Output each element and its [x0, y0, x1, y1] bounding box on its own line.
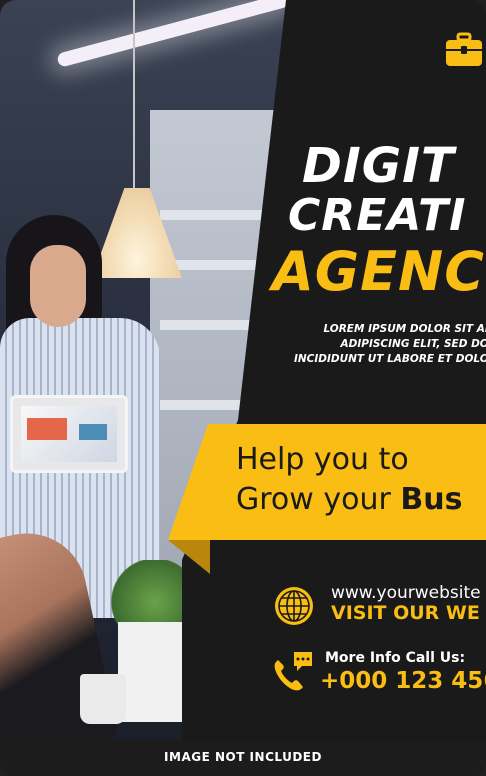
website-url[interactable]: www.yourwebsite	[331, 583, 481, 603]
tagline: Help you to Grow your Bus	[236, 440, 462, 520]
briefcase-icon	[446, 32, 482, 66]
woman-face	[30, 245, 86, 327]
tablet-chart-bar	[79, 424, 107, 440]
phone-number[interactable]: +000 123 456	[320, 668, 486, 694]
lorem-line: ADIPISCING ELIT, SED DO EIU	[340, 338, 486, 350]
lorem-line: LOREM IPSUM DOLOR SIT AMET,	[323, 323, 486, 335]
poster-frame: DIGIT CREATI AGENC LOREM IPSUM DOLOR SIT…	[0, 0, 486, 776]
tablet-screen	[21, 406, 117, 462]
tablet-chart-bar	[27, 418, 67, 440]
globe-icon	[275, 587, 313, 625]
plant-pot	[118, 622, 190, 722]
ceiling-light	[56, 0, 290, 68]
tagline-line-2: Grow your Bus	[236, 480, 462, 520]
tagline-bold: Bus	[400, 482, 463, 517]
coffee-cup	[80, 674, 126, 724]
tablet	[10, 395, 128, 473]
lamp-cord	[133, 0, 135, 190]
phone-chat-icon	[274, 652, 312, 691]
lorem-text: LOREM IPSUM DOLOR SIT AMET, ADIPISCING E…	[258, 322, 486, 367]
image-not-included-notice: IMAGE NOT INCLUDED	[164, 750, 322, 764]
tagline-line-1: Help you to	[236, 442, 409, 477]
lorem-line: INCIDIDUNT UT LABORE ET DOLORE M	[293, 353, 486, 365]
visit-website-label[interactable]: VISIT OUR WE	[331, 602, 480, 624]
shelf	[160, 210, 270, 220]
tagline-regular: Grow your	[236, 482, 401, 517]
call-us-label: More Info Call Us:	[325, 650, 466, 666]
